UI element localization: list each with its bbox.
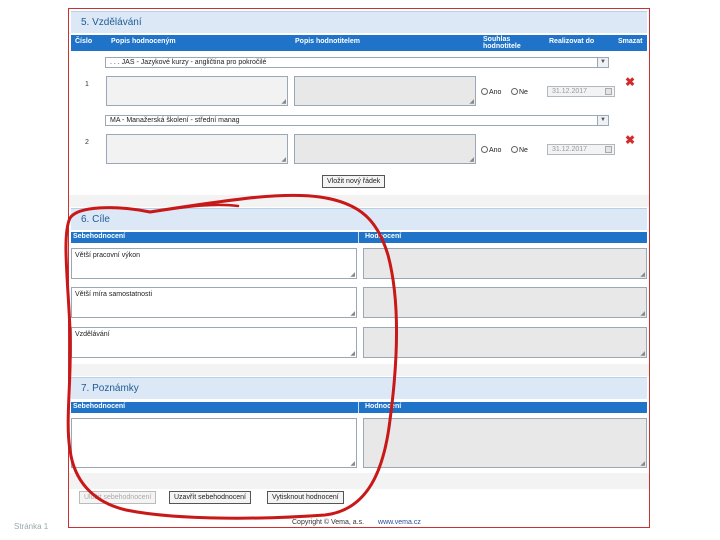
section-gap xyxy=(69,195,649,207)
print-evaluation-button[interactable]: Vytisknout hodnocení xyxy=(267,491,344,504)
resize-grip-icon: ◢ xyxy=(350,311,355,317)
col-souhlas: Souhlas hodnotitele xyxy=(483,36,521,50)
resize-grip-icon: ◢ xyxy=(640,272,645,278)
resize-grip-icon: ◢ xyxy=(281,99,286,105)
row-2-course-value: MA - Manažerská školení - střední manag xyxy=(110,117,240,124)
resize-grip-icon: ◢ xyxy=(469,99,474,105)
resize-grip-icon: ◢ xyxy=(350,272,355,278)
row-2-agree-yes[interactable]: Ano xyxy=(481,146,501,154)
goal-2-text: Větší míra samostatnosti xyxy=(75,291,153,298)
row-1-agree-no[interactable]: Ne xyxy=(511,88,528,96)
row-2-date-field[interactable]: 31.12.2017 xyxy=(547,144,615,155)
col-eval: Hodnocení xyxy=(365,233,402,240)
goal-1-eval[interactable]: ◢ xyxy=(363,248,647,279)
row-2-date-value: 31.12.2017 xyxy=(552,146,588,153)
section-7-title: 7. Poznámky xyxy=(71,377,647,399)
row-1-delete-icon[interactable]: ✖ xyxy=(625,75,635,89)
row-1-number: 1 xyxy=(85,81,89,88)
section-7-header: Sebehodnocení Hodnocení xyxy=(71,402,647,413)
section-gap xyxy=(69,473,649,489)
chevron-down-icon: ▼ xyxy=(597,116,608,125)
notes-eval[interactable]: ◢ xyxy=(363,418,647,468)
goal-3-eval[interactable]: ◢ xyxy=(363,327,647,358)
resize-grip-icon: ◢ xyxy=(640,351,645,357)
add-row-button[interactable]: Vložit nový řádek xyxy=(322,175,386,188)
col-eval: Hodnocení xyxy=(365,403,402,410)
row-2-description-self[interactable]: ◢ xyxy=(106,134,288,164)
row-2-agree-no[interactable]: Ne xyxy=(511,146,528,154)
save-self-evaluation-button[interactable]: Uložit sebehodnocení xyxy=(79,491,157,504)
row-2-description-evaluator[interactable]: ◢ xyxy=(294,134,476,164)
resize-grip-icon: ◢ xyxy=(281,157,286,163)
section-gap xyxy=(69,364,649,376)
row-2-course-select[interactable]: MA - Manažerská školení - střední manag … xyxy=(105,115,609,126)
resize-grip-icon: ◢ xyxy=(640,311,645,317)
radio-icon xyxy=(511,88,518,95)
goal-3-text: Vzdělávání xyxy=(75,331,110,338)
radio-icon xyxy=(481,88,488,95)
goal-1-self[interactable]: Větší pracovní výkon ◢ xyxy=(71,248,357,279)
col-realizovat: Realizovat do xyxy=(549,38,595,45)
col-popis-hodnoceny: Popis hodnoceným xyxy=(111,38,176,45)
row-1-yes-label: Ano xyxy=(489,89,502,96)
resize-grip-icon: ◢ xyxy=(469,157,474,163)
row-2-delete-icon[interactable]: ✖ xyxy=(625,133,635,147)
goal-1-text: Větší pracovní výkon xyxy=(75,252,140,259)
row-1-agree-yes[interactable]: Ano xyxy=(481,88,501,96)
row-2-yes-label: Ano xyxy=(489,147,502,154)
radio-icon xyxy=(481,146,488,153)
calendar-icon[interactable] xyxy=(605,146,612,153)
radio-icon xyxy=(511,146,518,153)
vema-link[interactable]: www.vema.cz xyxy=(378,519,421,526)
section-6-title: 6. Cíle xyxy=(71,208,647,230)
footer-copyright: Copyright © Vema, a.s. www.vema.cz xyxy=(292,519,421,526)
resize-grip-icon: ◢ xyxy=(640,461,645,467)
copyright-text: Copyright © Vema, a.s. xyxy=(292,519,365,526)
row-1-date-value: 31.12.2017 xyxy=(552,88,588,95)
row-1-course-value: . . . JAS - Jazykové kurzy - angličtina … xyxy=(110,59,267,66)
calendar-icon[interactable] xyxy=(605,88,612,95)
section-5-title: 5. Vzdělávání xyxy=(71,11,647,33)
goal-2-eval[interactable]: ◢ xyxy=(363,287,647,318)
col-self: Sebehodnocení xyxy=(73,403,126,410)
section-5-header: Číslo Popis hodnoceným Popis hodnotitele… xyxy=(71,35,647,51)
col-smazat: Smazat xyxy=(618,38,643,45)
section-6-header: Sebehodnocení Hodnocení xyxy=(71,232,647,243)
goal-3-self[interactable]: Vzdělávání ◢ xyxy=(71,327,357,358)
row-2-no-label: Ne xyxy=(519,147,528,154)
row-1-description-evaluator[interactable]: ◢ xyxy=(294,76,476,106)
column-divider xyxy=(358,232,359,243)
row-1-date-field[interactable]: 31.12.2017 xyxy=(547,86,615,97)
row-1-no-label: Ne xyxy=(519,89,528,96)
resize-grip-icon: ◢ xyxy=(350,461,355,467)
row-1-description-self[interactable]: ◢ xyxy=(106,76,288,106)
page-number: Stránka 1 xyxy=(14,522,49,531)
col-popis-hodnotitel: Popis hodnotitelem xyxy=(295,38,360,45)
row-1-course-select[interactable]: . . . JAS - Jazykové kurzy - angličtina … xyxy=(105,57,609,68)
column-divider xyxy=(358,402,359,413)
notes-self[interactable]: ◢ xyxy=(71,418,357,468)
close-self-evaluation-button[interactable]: Uzavřít sebehodnocení xyxy=(169,491,251,504)
row-2-number: 2 xyxy=(85,139,89,146)
goal-2-self[interactable]: Větší míra samostatnosti ◢ xyxy=(71,287,357,318)
chevron-down-icon: ▼ xyxy=(597,58,608,67)
col-self: Sebehodnocení xyxy=(73,233,126,240)
col-cislo: Číslo xyxy=(75,38,93,45)
resize-grip-icon: ◢ xyxy=(350,351,355,357)
evaluation-form: 5. Vzdělávání Číslo Popis hodnoceným Pop… xyxy=(68,8,650,528)
